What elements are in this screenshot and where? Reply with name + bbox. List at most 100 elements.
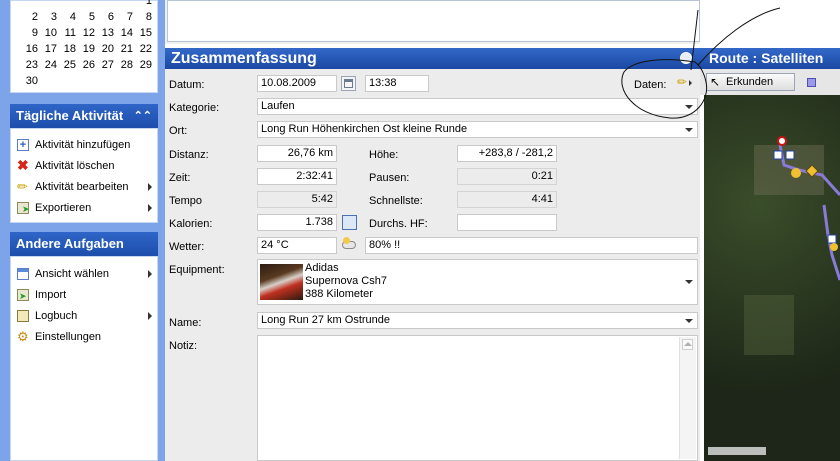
calendar-day[interactable]: 19 — [77, 43, 95, 55]
scroll-up-icon[interactable] — [682, 339, 693, 350]
pencil-icon: ✏ — [17, 179, 28, 194]
calendar-week-row: 30 — [11, 74, 159, 90]
task-sidebar: 1 2 3 4 5 6 7 8 9 10 11 12 13 14 15 16 17 18 19 20 21 22 23 24 2… — [0, 0, 165, 461]
add-icon: + — [17, 139, 29, 151]
elevation-field[interactable]: +283,8 / -281,2 — [457, 145, 557, 162]
equipment-brand: Adidas — [305, 262, 339, 274]
view-icon — [17, 268, 29, 280]
calendar-week-row: 2345678 — [11, 10, 159, 26]
calendar-day[interactable]: 8 — [134, 11, 152, 23]
calendar-day[interactable]: 11 — [58, 27, 76, 39]
logbook-icon — [17, 310, 29, 322]
calories-label: Kalorien: — [169, 218, 213, 230]
shoe-image — [260, 264, 303, 300]
calendar-week-row: 9 10 11 12 13 14 15 — [11, 26, 159, 42]
weather-cloud-icon[interactable] — [341, 237, 357, 251]
equipment-model: Supernova Csh7 — [305, 275, 387, 287]
calendar-day[interactable]: 27 — [96, 59, 114, 71]
name-label: Name: — [169, 317, 202, 329]
calendar-week-row: 23 24 25 26 27 28 29 — [11, 58, 159, 74]
calendar-day[interactable]: 12 — [77, 27, 95, 39]
calendar-day[interactable]: 21 — [115, 43, 133, 55]
submenu-arrow-icon — [148, 183, 152, 191]
daily-activity-header[interactable]: Tägliche Aktivität ⌃⌃ — [10, 104, 158, 128]
other-tasks-header[interactable]: Andere Aufgaben — [10, 232, 158, 256]
calendar-day[interactable]: 9 — [20, 27, 38, 39]
other-tasks-panel: Ansicht wählen ➤ Import Logbuch ⚙ Einste… — [10, 256, 158, 461]
calendar-day[interactable]: 4 — [58, 11, 76, 23]
distance-label: Distanz: — [169, 149, 209, 161]
pauses-field: 0:21 — [457, 168, 557, 185]
calendar-day[interactable]: 5 — [77, 11, 95, 23]
calendar-icon[interactable] — [341, 76, 356, 91]
delete-icon: ✖ — [17, 157, 29, 173]
calendar-day[interactable]: 7 — [115, 11, 133, 23]
category-label: Kategorie: — [169, 102, 220, 114]
submenu-arrow-icon — [148, 204, 152, 212]
name-select[interactable]: Long Run 27 km Ostrunde — [257, 312, 698, 329]
calendar-day[interactable]: 6 — [96, 11, 114, 23]
notes-textarea[interactable] — [257, 335, 698, 461]
location-label: Ort: — [169, 125, 188, 137]
duration-field[interactable]: 2:32:41 — [257, 168, 337, 185]
date-label: Datum: — [169, 79, 205, 91]
avg-heart-rate-label: Durchs. HF: — [369, 218, 428, 230]
calendar: 1 2 3 4 5 6 7 8 9 10 11 12 13 14 15 16 17 18 19 20 21 22 23 24 2… — [10, 0, 158, 93]
notes-label: Notiz: — [169, 340, 198, 352]
fastest-label: Schnellste: — [369, 195, 423, 207]
pace-label: Tempo — [169, 195, 203, 207]
calendar-week-row: 16 17 18 19 20 21 22 — [11, 42, 159, 58]
pauses-label: Pausen: — [369, 172, 410, 184]
other-tasks-title: Andere Aufgaben — [16, 236, 124, 251]
weather-label: Wetter: — [169, 241, 205, 253]
import-icon: ➤ — [17, 289, 29, 301]
duration-label: Zeit: — [169, 172, 191, 184]
avg-heart-rate-field[interactable] — [457, 214, 557, 231]
calendar-day[interactable]: 23 — [20, 59, 38, 71]
pace-field: 5:42 — [257, 191, 337, 208]
calendar-day[interactable]: 3 — [39, 11, 57, 23]
date-field[interactable]: 10.08.2009 — [257, 75, 337, 92]
distance-field[interactable]: 26,76 km — [257, 145, 337, 162]
weather-text-field[interactable]: 80% !! — [365, 237, 698, 254]
equipment-label: Equipment: — [169, 264, 225, 276]
equipment-dropdown-icon[interactable] — [685, 280, 693, 284]
calendar-days: 1 2 3 4 5 6 7 8 9 10 11 12 13 14 15 16 17 18 19 20 21 22 23 24 2… — [11, 0, 159, 94]
daily-activity-title: Tägliche Aktivität — [16, 108, 124, 123]
summary-title: Zusammenfassung — [171, 50, 317, 67]
daily-activity-panel: + Aktivität hinzufügen ✖ Aktivität lösch… — [10, 128, 158, 223]
collapse-icon[interactable]: ⌃⌃ — [134, 104, 152, 128]
elevation-label: Höhe: — [369, 149, 399, 161]
calendar-day[interactable]: 14 — [115, 27, 133, 39]
calendar-day[interactable]: 1 — [134, 0, 152, 7]
calendar-day[interactable]: 24 — [39, 59, 57, 71]
calendar-day[interactable]: 28 — [115, 59, 133, 71]
calendar-day[interactable]: 13 — [96, 27, 114, 39]
equipment-select[interactable]: Adidas Supernova Csh7 388 Kilometer — [257, 259, 698, 305]
calories-field[interactable]: 1.738 — [257, 214, 337, 231]
gear-icon: ⚙ — [17, 329, 29, 344]
submenu-arrow-icon — [148, 312, 152, 320]
time-of-day-field[interactable]: 13:38 — [365, 75, 429, 92]
calendar-day[interactable]: 29 — [134, 59, 152, 71]
calendar-day[interactable]: 25 — [58, 59, 76, 71]
fastest-field: 4:41 — [457, 191, 557, 208]
notes-scrollbar[interactable] — [679, 337, 696, 459]
calculator-icon[interactable] — [342, 215, 357, 230]
submenu-arrow-icon — [148, 270, 152, 278]
name-dropdown-icon[interactable] — [685, 319, 693, 323]
calendar-week-row: 1 — [11, 0, 159, 10]
annotation-overlay — [621, 7, 781, 119]
calendar-day[interactable]: 16 — [20, 43, 38, 55]
temperature-field[interactable]: 24 °C — [257, 237, 337, 254]
export-icon: ➤ — [17, 202, 30, 214]
calendar-day[interactable]: 15 — [134, 27, 152, 39]
calendar-day[interactable]: 2 — [20, 11, 38, 23]
calendar-day[interactable]: 26 — [77, 59, 95, 71]
calendar-day[interactable]: 20 — [96, 43, 114, 55]
calendar-day[interactable]: 22 — [134, 43, 152, 55]
calendar-day[interactable]: 30 — [20, 75, 38, 87]
calendar-day[interactable]: 18 — [58, 43, 76, 55]
calendar-day[interactable]: 10 — [39, 27, 57, 39]
calendar-day[interactable]: 17 — [39, 43, 57, 55]
